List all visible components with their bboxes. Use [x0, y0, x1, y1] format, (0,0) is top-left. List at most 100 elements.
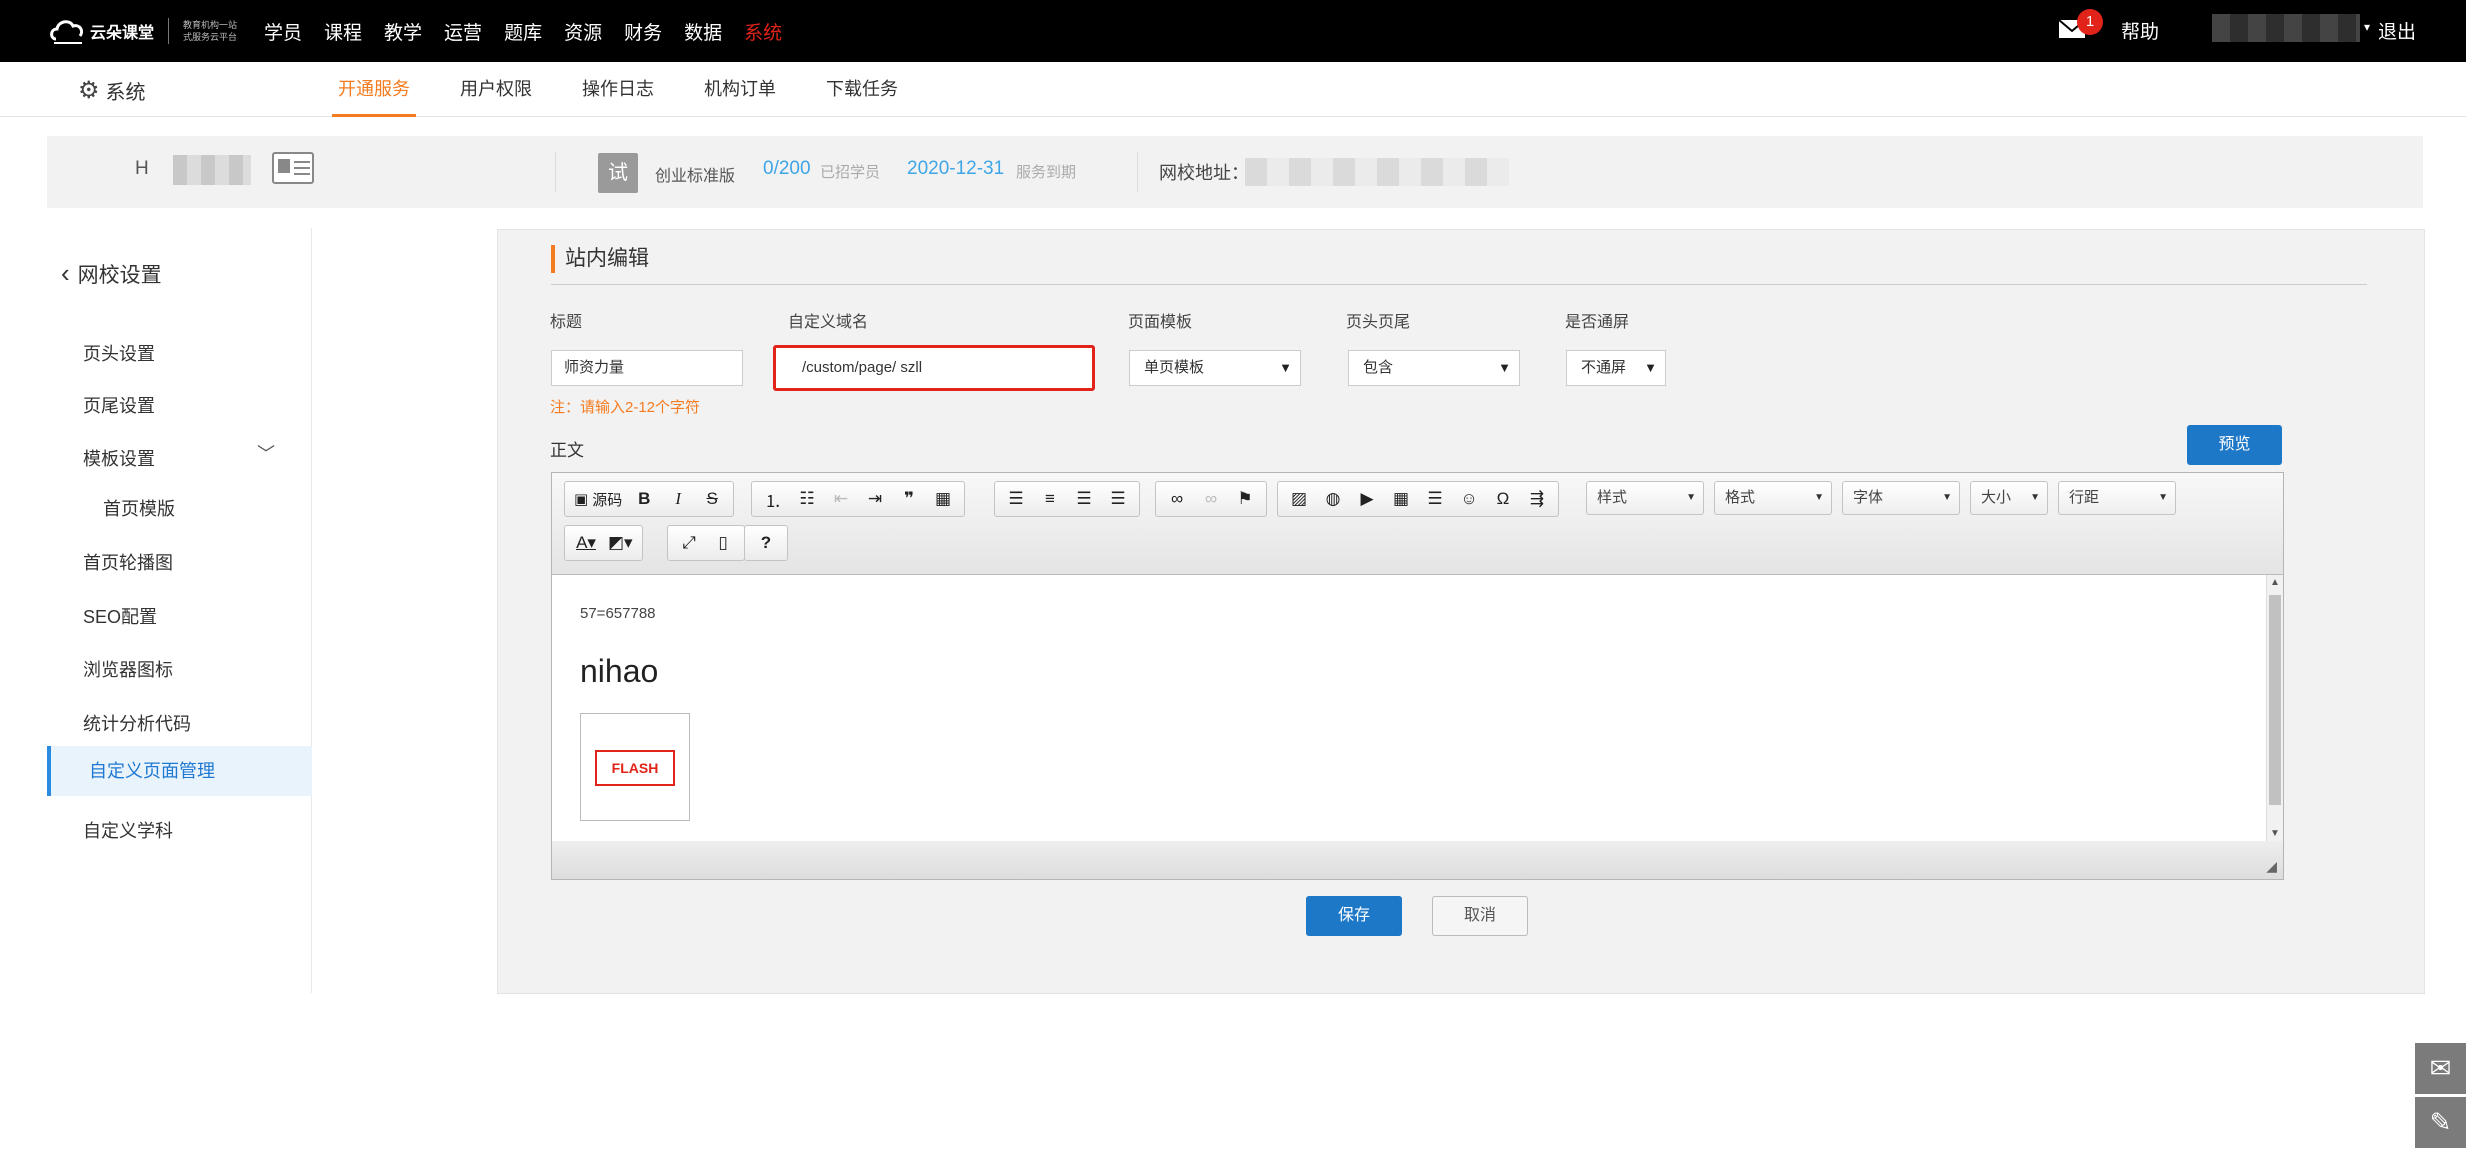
- anchor-flag-icon[interactable]: ⚑: [1228, 484, 1262, 514]
- smiley-icon[interactable]: ☺: [1452, 484, 1486, 514]
- gear-icon: ⚙: [78, 77, 100, 104]
- align-right-icon[interactable]: ☰: [1067, 484, 1101, 514]
- size-combo[interactable]: 大小 ▼: [1970, 481, 2048, 515]
- scroll-down-arrow-icon[interactable]: ▼: [2270, 828, 2280, 839]
- id-card-icon[interactable]: [272, 152, 314, 184]
- video-icon[interactable]: ▶: [1350, 484, 1384, 514]
- horizontal-line-icon[interactable]: ☰: [1418, 484, 1452, 514]
- outdent-icon[interactable]: ⇤: [824, 484, 858, 514]
- scrollbar-thumb[interactable]: [2269, 595, 2281, 805]
- menu-students[interactable]: 学员: [264, 18, 302, 45]
- help-icon[interactable]: ?: [749, 528, 783, 558]
- source-button[interactable]: ▣ 源码: [569, 484, 627, 514]
- user-caret-icon[interactable]: ▾: [2364, 20, 2370, 34]
- flash-label: FLASH: [595, 750, 675, 786]
- sidebar-item-home-template[interactable]: 首页模版: [103, 495, 175, 521]
- tab-open-service[interactable]: 开通服务: [332, 62, 416, 117]
- logout-link[interactable]: 退出: [2378, 17, 2416, 44]
- sidebar-item-header[interactable]: 页头设置: [83, 340, 155, 366]
- background-color-icon[interactable]: ◩▾: [603, 528, 638, 558]
- help-link[interactable]: 帮助: [2121, 17, 2159, 44]
- resize-handle-icon[interactable]: ◢: [2266, 858, 2277, 875]
- scroll-up-arrow-icon[interactable]: ▲: [2270, 577, 2280, 588]
- blockquote-icon[interactable]: ❞: [892, 484, 926, 514]
- menu-teaching[interactable]: 教学: [384, 18, 422, 45]
- format-combo[interactable]: 格式 ▼: [1714, 481, 1832, 515]
- strikethrough-icon[interactable]: S: [695, 484, 729, 514]
- message-float-button[interactable]: ✉: [2415, 1043, 2466, 1094]
- sidebar-item-favicon[interactable]: 浏览器图标: [83, 656, 173, 682]
- editor-content-area[interactable]: 57=657788 nihao FLASH ▲ ▼: [552, 575, 2283, 841]
- special-char-icon[interactable]: Ω: [1486, 484, 1520, 514]
- body-label: 正文: [550, 441, 584, 460]
- sidebar-item-custom-pages[interactable]: 自定义页面管理: [47, 746, 312, 796]
- title-input[interactable]: 师资力量: [551, 350, 743, 386]
- back-to-school-settings[interactable]: ‹ 网校设置: [61, 258, 162, 289]
- feedback-float-button[interactable]: ✎: [2415, 1097, 2466, 1148]
- menu-operations[interactable]: 运营: [444, 18, 482, 45]
- div-container-icon[interactable]: ▦: [926, 484, 960, 514]
- user-name-redacted[interactable]: [2212, 14, 2360, 42]
- sub-navbar: ⚙ 系统 开通服务 用户权限 操作日志 机构订单 下载任务: [0, 62, 2466, 117]
- student-count: 0/200: [763, 158, 811, 179]
- dropdown-arrow-icon: ▼: [2158, 492, 2168, 503]
- sidebar-item-home-carousel[interactable]: 首页轮播图: [83, 549, 173, 575]
- brand-tagline: 教育机构一站式服务云平台: [183, 20, 238, 42]
- sidebar-item-templates[interactable]: 模板设置: [83, 445, 155, 471]
- sidebar-item-custom-subjects[interactable]: 自定义学科: [83, 817, 173, 843]
- save-button[interactable]: 保存: [1306, 896, 1402, 936]
- fullscreen-select[interactable]: 不通屏 ▼: [1566, 350, 1666, 386]
- menu-courses[interactable]: 课程: [324, 18, 362, 45]
- format-combo-label: 格式: [1725, 489, 1756, 506]
- table-icon[interactable]: ▦: [1384, 484, 1418, 514]
- sidebar-item-footer[interactable]: 页尾设置: [83, 392, 155, 418]
- school-address-redacted[interactable]: [1245, 158, 1509, 186]
- tab-user-permissions[interactable]: 用户权限: [460, 62, 532, 117]
- line-height-combo[interactable]: 行距 ▼: [2058, 481, 2176, 515]
- text-color-icon[interactable]: A▾: [569, 528, 603, 558]
- editor-scrollbar[interactable]: ▲ ▼: [2266, 575, 2283, 841]
- image-icon[interactable]: ▨: [1282, 484, 1316, 514]
- page-break-icon[interactable]: ⇶: [1520, 484, 1554, 514]
- tab-download-tasks[interactable]: 下载任务: [826, 62, 898, 117]
- font-combo-label: 字体: [1853, 489, 1884, 506]
- flash-icon[interactable]: ◍: [1316, 484, 1350, 514]
- chevron-down-icon[interactable]: ﹀: [257, 440, 275, 466]
- maximize-icon[interactable]: ⤢: [672, 528, 706, 558]
- school-name-redacted: [173, 155, 251, 185]
- bulleted-list-icon[interactable]: ☷: [790, 484, 824, 514]
- unlink-icon[interactable]: ∞: [1194, 484, 1228, 514]
- brand-logo[interactable]: 云朵课堂 教育机构一站式服务云平台: [48, 10, 243, 52]
- menu-data[interactable]: 数据: [684, 18, 722, 45]
- header-footer-select[interactable]: 包含 ▼: [1348, 350, 1520, 386]
- font-combo[interactable]: 字体 ▼: [1842, 481, 1960, 515]
- show-blocks-icon[interactable]: ▯: [706, 528, 740, 558]
- align-left-icon[interactable]: ☰: [999, 484, 1033, 514]
- page-template-select[interactable]: 单页模板 ▼: [1129, 350, 1301, 386]
- tab-operation-log[interactable]: 操作日志: [582, 62, 654, 117]
- dropdown-arrow-icon: ▼: [1814, 492, 1824, 503]
- dropdown-arrow-icon: ▼: [2030, 492, 2040, 503]
- menu-finance[interactable]: 财务: [624, 18, 662, 45]
- tab-institution-orders[interactable]: 机构订单: [704, 62, 776, 117]
- cancel-button[interactable]: 取消: [1432, 896, 1528, 936]
- header-footer-label: 页头页尾: [1346, 314, 1411, 331]
- flash-placeholder[interactable]: FLASH: [580, 713, 690, 821]
- preview-button[interactable]: 预览: [2187, 425, 2282, 465]
- link-icon[interactable]: ∞: [1160, 484, 1194, 514]
- numbered-list-icon[interactable]: ⒈: [756, 484, 790, 514]
- style-combo[interactable]: 样式 ▼: [1586, 481, 1704, 515]
- menu-resources[interactable]: 资源: [564, 18, 602, 45]
- dropdown-arrow-icon: ▼: [1644, 360, 1657, 375]
- sidebar-item-seo[interactable]: SEO配置: [83, 603, 157, 629]
- sidebar-item-analytics[interactable]: 统计分析代码: [83, 710, 191, 736]
- align-justify-icon[interactable]: ☰: [1101, 484, 1135, 514]
- indent-icon[interactable]: ⇥: [858, 484, 892, 514]
- menu-question-bank[interactable]: 题库: [504, 18, 542, 45]
- custom-domain-input[interactable]: /custom/page/ szll: [773, 345, 1095, 391]
- bold-icon[interactable]: B: [627, 484, 661, 514]
- menu-system[interactable]: 系统: [744, 18, 782, 45]
- italic-icon[interactable]: I: [661, 484, 695, 514]
- align-center-icon[interactable]: ≡: [1033, 484, 1067, 514]
- rich-text-editor: ▣ 源码 B I S ⒈ ☷ ⇤ ⇥ ❞ ▦ ☰ ≡ ☰ ☰ ∞ ∞ ⚑ ▨ ◍ …: [551, 472, 2284, 880]
